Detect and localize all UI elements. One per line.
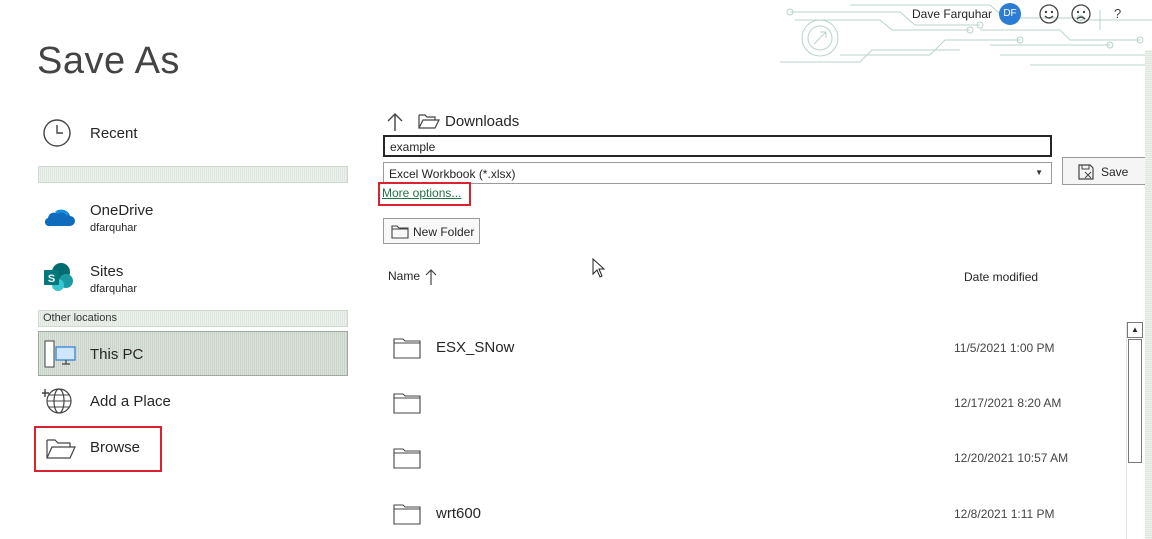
arrow-up-icon[interactable] [385, 111, 405, 133]
nav-onedrive-label: OneDrive [90, 202, 154, 219]
file-name: ESX_SNow [436, 339, 515, 356]
filetype-value: Excel Workbook (*.xlsx) [389, 167, 516, 181]
nav-onedrive-sub: dfarquhar [90, 222, 138, 234]
file-name: wrt600 [436, 505, 482, 522]
clock-icon [43, 119, 71, 147]
sharepoint-icon: S [44, 263, 73, 291]
nav-thispc-label: This PC [90, 346, 144, 363]
save-button[interactable]: Save [1062, 157, 1146, 185]
nav-sites-label: Sites [90, 263, 124, 280]
user-name[interactable]: Dave Farquhar [912, 7, 992, 21]
folder-icon [393, 448, 421, 469]
scrollbar[interactable]: ▲ [1126, 322, 1143, 539]
smile-feedback-icon[interactable] [1038, 3, 1060, 25]
new-folder-label: New Folder [413, 225, 475, 239]
file-row[interactable]: ESX_SNow 11/5/2021 1:00 PM [383, 323, 1125, 373]
mouse-cursor-icon [592, 258, 606, 278]
scroll-thumb[interactable] [1128, 339, 1142, 463]
nav-add-place[interactable]: Add a Place [38, 383, 348, 419]
page-title: Save As [37, 40, 180, 82]
svg-text:S: S [48, 273, 55, 285]
divider [38, 166, 348, 183]
filetype-select[interactable]: Excel Workbook (*.xlsx) ▼ [383, 162, 1052, 184]
file-date: 11/5/2021 1:00 PM [954, 341, 1055, 355]
scroll-up-button[interactable]: ▲ [1127, 322, 1143, 338]
computer-icon [44, 340, 76, 368]
globe-icon [42, 388, 72, 414]
nav-onedrive[interactable]: OneDrive dfarquhar [38, 196, 348, 242]
nav-sites-sub: dfarquhar [90, 283, 138, 295]
nav-recent-label: Recent [90, 125, 138, 142]
chevron-down-icon: ▼ [1035, 168, 1043, 177]
browse-highlight [34, 426, 162, 472]
file-row[interactable]: 12/20/2021 10:57 AM [383, 433, 1125, 483]
avatar[interactable]: DF [999, 3, 1021, 25]
window-edge [1145, 50, 1152, 539]
other-locations-label: Other locations [43, 312, 117, 324]
file-row[interactable]: 12/17/2021 8:20 AM [383, 378, 1125, 428]
frown-feedback-icon[interactable] [1070, 3, 1092, 25]
folder-open-icon [418, 114, 440, 129]
nav-sites[interactable]: S Sites dfarquhar [38, 258, 348, 304]
folder-icon [393, 504, 421, 525]
filename-input[interactable]: example [383, 135, 1052, 157]
folder-icon [393, 338, 421, 359]
nav-thispc[interactable]: This PC [38, 331, 348, 376]
save-label: Save [1101, 165, 1129, 179]
column-header-name[interactable]: Name [388, 269, 437, 285]
folder-icon [393, 393, 421, 414]
nav-recent[interactable]: Recent [38, 114, 348, 154]
save-icon [1078, 164, 1094, 180]
new-folder-icon [391, 225, 409, 239]
more-options-highlight [378, 182, 471, 206]
file-date: 12/17/2021 8:20 AM [954, 396, 1062, 410]
nav-add-place-label: Add a Place [90, 393, 171, 410]
file-date: 12/20/2021 10:57 AM [954, 451, 1069, 465]
file-row[interactable]: wrt600 12/8/2021 1:11 PM [383, 489, 1125, 539]
current-folder[interactable]: Downloads [445, 113, 519, 130]
column-name-label: Name [388, 269, 421, 283]
onedrive-icon [44, 209, 75, 227]
sort-ascending-icon [425, 269, 437, 285]
new-folder-button[interactable]: New Folder [383, 218, 480, 244]
column-header-date[interactable]: Date modified [964, 270, 1038, 284]
help-button[interactable]: ? [1114, 6, 1121, 21]
location-bar: Downloads [385, 110, 785, 134]
file-date: 12/8/2021 1:11 PM [954, 507, 1055, 521]
